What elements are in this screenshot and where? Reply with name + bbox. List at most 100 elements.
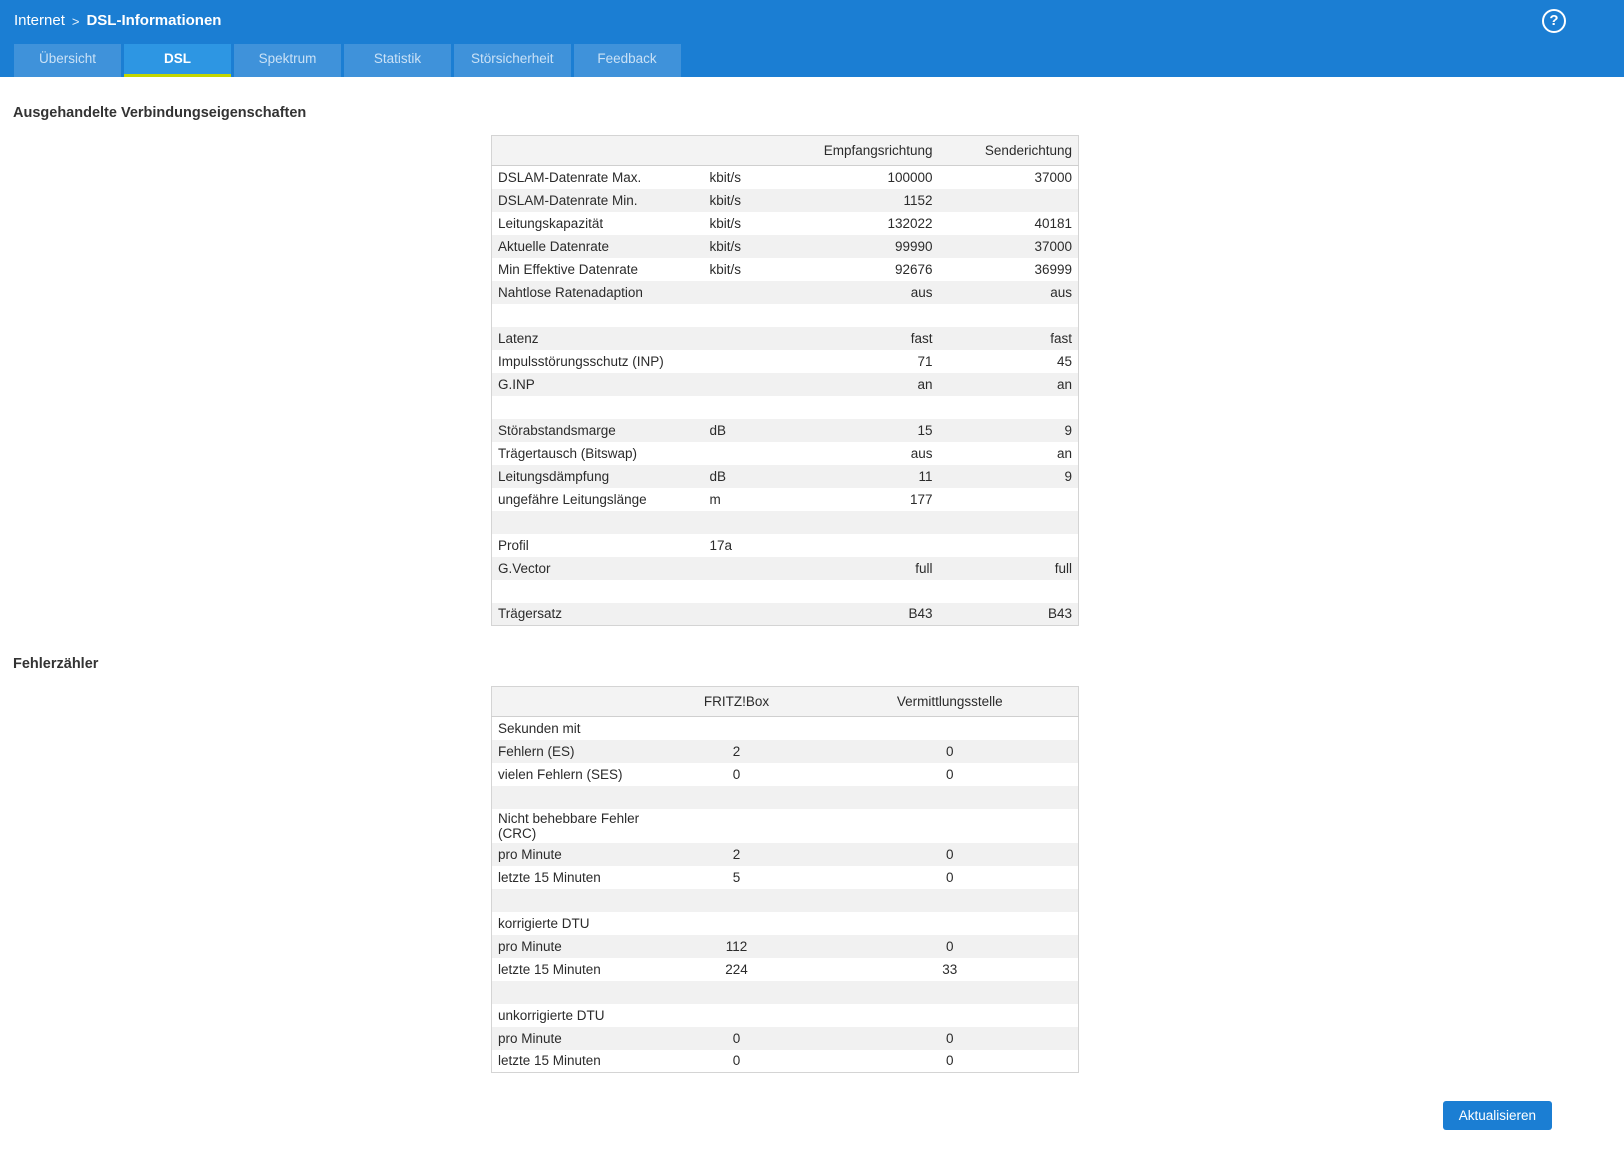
breadcrumb: Internet > DSL-Informationen	[14, 12, 221, 29]
cell-label: DSLAM-Datenrate Min.	[498, 192, 638, 208]
cell-label: Impulsstörungsschutz (INP)	[498, 353, 664, 369]
cell-label: Leitungskapazität	[498, 215, 604, 231]
cell-unit	[704, 442, 779, 465]
cell-rx: aus	[910, 284, 933, 300]
cell-unit: m	[709, 491, 721, 507]
cell-label: Trägersatz	[498, 606, 563, 622]
cell-rx: 177	[909, 491, 933, 507]
table-row: unkorrigierte DTU	[492, 1004, 1079, 1027]
table-row: korrigierte DTU	[492, 912, 1079, 935]
section-title-connection: Ausgehandelte Verbindungseigenschaften	[13, 105, 307, 121]
table-row	[491, 980, 1079, 1004]
cell-fb	[652, 717, 822, 740]
cell-unit: dB	[709, 468, 727, 484]
cell-vst	[822, 981, 1079, 1004]
cell-fb: 0	[732, 1053, 741, 1069]
breadcrumb-internet[interactable]: Internet	[14, 12, 65, 29]
cell-label: letzte 15 Minuten	[498, 869, 601, 885]
cell-rx	[779, 304, 939, 327]
cell-tx	[939, 534, 1079, 557]
cell-label: Aktuelle Datenrate	[498, 238, 610, 254]
column-header-fritzbox: FRITZ!Box	[651, 686, 822, 717]
tab-uebersicht[interactable]: Übersicht	[14, 44, 121, 77]
cell-label: Fehlern (ES)	[498, 743, 575, 759]
cell-fb: 0	[732, 1030, 741, 1046]
cell-unit	[704, 304, 779, 327]
cell-rx: full	[915, 560, 933, 576]
cell-vst	[822, 717, 1079, 740]
cell-unit	[704, 350, 779, 373]
connection-table-zone: Empfangsrichtung Senderichtung DSLAM-Dat…	[491, 135, 1079, 626]
cell-fb	[652, 912, 822, 935]
tab-dsl[interactable]: DSL	[124, 44, 231, 77]
cell-label	[492, 981, 652, 1004]
cell-label: pro Minute	[498, 846, 562, 862]
cell-tx: 40181	[1034, 215, 1072, 231]
table-row	[491, 785, 1079, 809]
breadcrumb-current: DSL-Informationen	[86, 12, 222, 29]
help-icon[interactable]: ?	[1542, 8, 1566, 33]
cell-rx: fast	[910, 330, 933, 346]
cell-tx: an	[1056, 376, 1072, 392]
cell-tx: B43	[1047, 606, 1072, 622]
cell-tx: aus	[1050, 284, 1072, 300]
cell-unit	[704, 396, 779, 419]
cell-tx: 36999	[1034, 261, 1072, 277]
cell-label: Trägertausch (Bitswap)	[498, 445, 638, 461]
cell-tx: an	[1056, 445, 1072, 461]
cell-rx: 1152	[903, 192, 933, 208]
cell-label: Latenz	[498, 330, 539, 346]
tab-spektrum[interactable]: Spektrum	[234, 44, 341, 77]
column-header-vermittlungsstelle: Vermittlungsstelle	[821, 686, 1079, 717]
cell-unit	[704, 281, 779, 304]
cell-fb: 2	[732, 743, 741, 759]
cell-tx	[939, 189, 1079, 212]
table-row: Impulsstörungsschutz (INP) 71 45	[492, 350, 1079, 373]
cell-tx: 37000	[1034, 238, 1072, 254]
table-row	[491, 888, 1079, 912]
cell-rx: 71	[917, 353, 933, 369]
cell-tx	[939, 304, 1079, 327]
cell-label	[492, 511, 704, 534]
cell-fb: 112	[725, 938, 748, 954]
cell-unit	[704, 327, 779, 350]
error-table-zone: FRITZ!Box Vermittlungsstelle Sekunden mi…	[491, 686, 1079, 1073]
cell-tx: 45	[1056, 353, 1072, 369]
cell-rx: an	[917, 376, 933, 392]
main-content: Ausgehandelte Verbindungseigenschaften E…	[0, 77, 1624, 1073]
table-row: Trägersatz B43 B43	[491, 602, 1079, 626]
cell-fb	[652, 981, 822, 1004]
cell-label: vielen Fehlern (SES)	[498, 766, 623, 782]
cell-label: pro Minute	[498, 1030, 562, 1046]
refresh-button[interactable]: Aktualisieren	[1442, 1101, 1552, 1130]
cell-unit	[704, 603, 779, 626]
table-row: Trägertausch (Bitswap) aus an	[492, 442, 1079, 465]
cell-rx	[779, 511, 939, 534]
cell-unit: dB	[709, 422, 727, 438]
cell-rx	[779, 580, 939, 603]
error-counter-table: FRITZ!Box Vermittlungsstelle Sekunden mi…	[491, 686, 1079, 1073]
tab-feedback[interactable]: Feedback	[573, 44, 681, 77]
cell-rx: 132022	[887, 215, 933, 231]
table-row: pro Minute 2 0	[491, 842, 1079, 866]
table-row: Sekunden mit	[492, 717, 1079, 740]
cell-label: DSLAM-Datenrate Max.	[498, 169, 642, 185]
cell-vst: 0	[945, 1053, 954, 1069]
cell-rx: 15	[917, 422, 933, 438]
column-header-unit	[703, 135, 779, 166]
cell-label: Nicht behebbare Fehler (CRC)	[498, 810, 640, 841]
connection-table: Empfangsrichtung Senderichtung DSLAM-Dat…	[491, 135, 1079, 626]
cell-vst: 0	[945, 869, 954, 885]
cell-rx	[779, 534, 939, 557]
column-header-empty	[491, 135, 704, 166]
cell-fb	[652, 786, 822, 809]
cell-unit: 17a	[709, 537, 733, 553]
tab-stoersicherheit[interactable]: Störsicherheit	[454, 44, 571, 77]
table-row: Profil 17a	[492, 534, 1079, 557]
error-table-body: Sekunden mit Fehlern (ES) 2 0 vielen Fehlern…	[491, 717, 1079, 1073]
cell-tx: 9	[1064, 468, 1072, 484]
table-row: Fehlern (ES) 2 0	[491, 739, 1079, 763]
tab-statistik[interactable]: Statistik	[344, 44, 451, 77]
table-row: G.INP an an	[491, 372, 1079, 396]
table-row: pro Minute 0 0	[491, 1026, 1079, 1050]
